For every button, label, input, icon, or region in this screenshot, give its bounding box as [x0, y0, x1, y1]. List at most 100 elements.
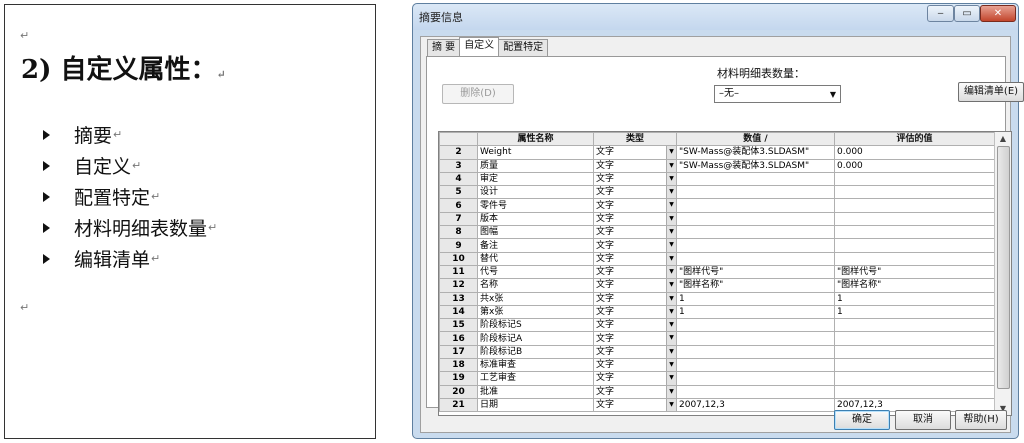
table-row[interactable]: 12 名称 文字 ▼ "图样名称" "图样名称"	[439, 278, 995, 293]
property-value-cell[interactable]: "SW-Mass@装配体3.SLDASM"	[676, 158, 835, 173]
dropdown-arrow-icon[interactable]: ▼	[666, 173, 676, 185]
property-type-cell[interactable]: 文字 ▼	[593, 145, 677, 160]
dropdown-arrow-icon[interactable]: ▼	[666, 160, 676, 172]
column-header-property-name[interactable]: 属性名称	[477, 132, 594, 147]
property-type-cell[interactable]: 文字 ▼	[593, 371, 677, 386]
tab-summary[interactable]: 摘 要	[427, 39, 461, 56]
close-button[interactable]: ✕	[980, 5, 1016, 22]
table-row[interactable]: 2 Weight 文字 ▼ "SW-Mass@装配体3.SLDASM" 0.000	[439, 145, 995, 160]
table-row[interactable]: 16 阶段标记A 文字 ▼	[439, 331, 995, 346]
dropdown-arrow-icon[interactable]: ▼	[666, 319, 676, 331]
table-row[interactable]: 5 设计 文字 ▼	[439, 185, 995, 200]
dropdown-arrow-icon[interactable]: ▼	[666, 253, 676, 265]
property-name-cell[interactable]: 阶段标记B	[477, 344, 594, 360]
property-value-cell[interactable]	[676, 251, 835, 266]
property-value-cell[interactable]	[676, 318, 835, 333]
dropdown-arrow-icon[interactable]: ▼	[666, 266, 676, 278]
property-type-cell[interactable]: 文字 ▼	[593, 185, 677, 200]
property-name-cell[interactable]: 质量	[477, 158, 594, 173]
property-name-cell[interactable]: 零件号	[477, 198, 594, 213]
property-name-cell[interactable]: 设计	[477, 185, 594, 200]
property-name-cell[interactable]: 阶段标记A	[477, 331, 594, 346]
ok-button[interactable]: 确定	[834, 410, 890, 430]
property-name-cell[interactable]: 标准审查	[477, 358, 594, 373]
dropdown-arrow-icon[interactable]: ▼	[666, 359, 676, 371]
table-row[interactable]: 11 代号 文字 ▼ "图样代号" "图样代号"	[439, 264, 995, 280]
property-name-cell[interactable]: 阶段标记S	[477, 318, 594, 333]
property-value-cell[interactable]	[676, 344, 835, 360]
tab-custom[interactable]: 自定义	[459, 37, 500, 56]
property-type-cell[interactable]: 文字 ▼	[593, 304, 677, 320]
dropdown-arrow-icon[interactable]: ▼	[666, 372, 676, 385]
property-type-cell[interactable]: 文字 ▼	[593, 291, 677, 306]
scroll-up-arrow-icon[interactable]: ▲	[995, 132, 1011, 145]
property-value-cell[interactable]	[676, 238, 835, 253]
column-header-type[interactable]: 类型	[593, 132, 677, 147]
dropdown-arrow-icon[interactable]: ▼	[666, 186, 676, 198]
property-type-cell[interactable]: 文字 ▼	[593, 358, 677, 373]
property-type-cell[interactable]: 文字 ▼	[593, 278, 677, 293]
property-value-cell[interactable]	[676, 371, 835, 386]
cancel-button[interactable]: 取消	[895, 410, 951, 430]
property-type-cell[interactable]: 文字 ▼	[593, 344, 677, 360]
property-name-cell[interactable]: 工艺审查	[477, 371, 594, 386]
dropdown-arrow-icon[interactable]: ▼	[666, 306, 676, 318]
property-value-cell[interactable]	[676, 225, 835, 240]
tab-config-specific[interactable]: 配置特定	[498, 39, 549, 56]
scrollbar-thumb[interactable]	[997, 146, 1010, 389]
property-value-cell[interactable]	[676, 211, 835, 227]
column-header-evaluated[interactable]: 评估的值	[834, 132, 995, 147]
table-row[interactable]: 10 替代 文字 ▼	[439, 251, 995, 266]
property-type-cell[interactable]: 文字 ▼	[593, 158, 677, 173]
property-type-cell[interactable]: 文字 ▼	[593, 397, 677, 413]
property-value-cell[interactable]	[676, 198, 835, 213]
table-row[interactable]: 14 第x张 文字 ▼ 1 1	[439, 304, 995, 320]
vertical-scrollbar[interactable]: ▲ ▼	[994, 132, 1011, 415]
delete-button[interactable]: 删除(D)	[442, 84, 514, 104]
title-bar[interactable]: 摘要信息 ‒ ▭ ✕	[413, 4, 1018, 30]
property-value-cell[interactable]: 2007,12,3	[676, 397, 835, 413]
table-row[interactable]: 19 工艺审查 文字 ▼	[439, 371, 995, 386]
property-value-cell[interactable]: "图样名称"	[676, 278, 835, 293]
dropdown-arrow-icon[interactable]: ▼	[666, 146, 676, 159]
property-type-cell[interactable]: 文字 ▼	[593, 318, 677, 333]
property-type-cell[interactable]: 文字 ▼	[593, 384, 677, 399]
dropdown-arrow-icon[interactable]: ▼	[666, 332, 676, 345]
property-name-cell[interactable]: 审定	[477, 171, 594, 187]
property-value-cell[interactable]	[676, 384, 835, 399]
edit-list-button[interactable]: 编辑清单(E)	[958, 82, 1024, 102]
table-row[interactable]: 6 零件号 文字 ▼	[439, 198, 995, 213]
property-name-cell[interactable]: 批准	[477, 384, 594, 399]
property-type-cell[interactable]: 文字 ▼	[593, 251, 677, 266]
property-type-cell[interactable]: 文字 ▼	[593, 225, 677, 240]
table-row[interactable]: 18 标准审查 文字 ▼	[439, 358, 995, 373]
dropdown-arrow-icon[interactable]: ▼	[666, 386, 676, 398]
table-row[interactable]: 13 共x张 文字 ▼ 1 1	[439, 291, 995, 306]
table-row[interactable]: 8 图幅 文字 ▼	[439, 225, 995, 240]
property-value-cell[interactable]: "SW-Mass@装配体3.SLDASM"	[676, 145, 835, 160]
table-row[interactable]: 9 备注 文字 ▼	[439, 238, 995, 253]
property-name-cell[interactable]: 版本	[477, 211, 594, 227]
table-row[interactable]: 4 审定 文字 ▼	[439, 171, 995, 187]
property-name-cell[interactable]: 名称	[477, 278, 594, 293]
dropdown-arrow-icon[interactable]: ▼	[666, 226, 676, 238]
property-value-cell[interactable]	[676, 185, 835, 200]
dropdown-arrow-icon[interactable]: ▼	[666, 279, 676, 292]
dropdown-arrow-icon[interactable]: ▼	[666, 293, 676, 305]
bom-quantity-select[interactable]: –无– ▼	[714, 85, 841, 103]
property-name-cell[interactable]: 备注	[477, 238, 594, 253]
property-name-cell[interactable]: 第x张	[477, 304, 594, 320]
property-value-cell[interactable]: 1	[676, 304, 835, 320]
dropdown-arrow-icon[interactable]: ▼	[666, 239, 676, 252]
dropdown-arrow-icon[interactable]: ▼	[666, 200, 676, 212]
property-type-cell[interactable]: 文字 ▼	[593, 264, 677, 280]
table-row[interactable]: 7 版本 文字 ▼	[439, 211, 995, 227]
property-name-cell[interactable]: 图幅	[477, 225, 594, 240]
column-header-value[interactable]: 数值 /	[676, 132, 835, 147]
property-name-cell[interactable]: 日期	[477, 397, 594, 413]
property-value-cell[interactable]	[676, 171, 835, 187]
property-type-cell[interactable]: 文字 ▼	[593, 171, 677, 187]
table-row[interactable]: 3 质量 文字 ▼ "SW-Mass@装配体3.SLDASM" 0.000	[439, 158, 995, 173]
property-name-cell[interactable]: 代号	[477, 264, 594, 280]
property-value-cell[interactable]: 1	[676, 291, 835, 306]
